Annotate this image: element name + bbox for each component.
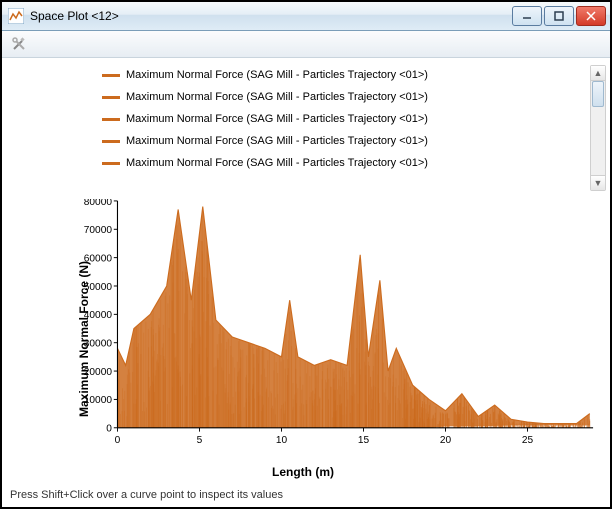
legend-label: Maximum Normal Force (SAG Mill - Particl…: [126, 113, 428, 125]
scroll-up-button[interactable]: ▲: [591, 66, 605, 81]
svg-text:25: 25: [522, 435, 534, 446]
legend-item[interactable]: Maximum Normal Force (SAG Mill - Particl…: [102, 135, 588, 147]
legend-swatch: [102, 140, 120, 143]
svg-text:0: 0: [106, 423, 112, 434]
chart-area: Maximum Normal Force (N) Length (m) 0100…: [2, 199, 604, 479]
window-title: Space Plot <12>: [30, 9, 512, 23]
svg-text:60000: 60000: [84, 253, 112, 264]
legend-item[interactable]: Maximum Normal Force (SAG Mill - Particl…: [102, 91, 588, 103]
scroll-down-button[interactable]: ▼: [591, 175, 605, 190]
legend-item[interactable]: Maximum Normal Force (SAG Mill - Particl…: [102, 157, 588, 169]
app-window: Space Plot <12>: [2, 2, 610, 507]
wrench-icon: [11, 36, 27, 52]
legend-swatch: [102, 96, 120, 99]
svg-text:10: 10: [276, 435, 288, 446]
svg-text:15: 15: [358, 435, 370, 446]
legend-scrollbar[interactable]: ▲ ▼: [590, 65, 606, 191]
legend-item[interactable]: Maximum Normal Force (SAG Mill - Particl…: [102, 113, 588, 125]
x-axis-label: Length (m): [272, 465, 334, 479]
legend-label: Maximum Normal Force (SAG Mill - Particl…: [126, 135, 428, 147]
legend-label: Maximum Normal Force (SAG Mill - Particl…: [126, 91, 428, 103]
svg-text:10000: 10000: [84, 395, 112, 406]
titlebar[interactable]: Space Plot <12>: [2, 2, 610, 31]
legend-label: Maximum Normal Force (SAG Mill - Particl…: [126, 157, 428, 169]
legend-swatch: [102, 162, 120, 165]
status-hint: Press Shift+Click over a curve point to …: [10, 489, 283, 501]
svg-text:0: 0: [115, 435, 121, 446]
plot-canvas[interactable]: 0 10000 20000 30000 40000 50000 60000 70000 8000…: [76, 199, 594, 447]
legend-label: Maximum Normal Force (SAG Mill - Particl…: [126, 69, 428, 81]
svg-text:30000: 30000: [84, 338, 112, 349]
legend-swatch: [102, 74, 120, 77]
close-button[interactable]: [576, 6, 606, 26]
tools-button[interactable]: [8, 33, 30, 55]
svg-text:70000: 70000: [84, 225, 112, 236]
content-area: Maximum Normal Force (SAG Mill - Particl…: [2, 58, 610, 507]
svg-text:5: 5: [197, 435, 203, 446]
outer-frame: Space Plot <12>: [0, 0, 612, 509]
legend-swatch: [102, 118, 120, 121]
legend-item[interactable]: Maximum Normal Force (SAG Mill - Particl…: [102, 69, 588, 81]
svg-text:20: 20: [440, 435, 452, 446]
toolbar: [2, 31, 610, 58]
scroll-thumb[interactable]: [592, 81, 604, 107]
chart-icon: [8, 8, 24, 24]
minimize-button[interactable]: [512, 6, 542, 26]
svg-text:40000: 40000: [84, 310, 112, 321]
svg-text:50000: 50000: [84, 282, 112, 293]
legend-panel: Maximum Normal Force (SAG Mill - Particl…: [102, 65, 588, 191]
svg-text:80000: 80000: [84, 199, 112, 208]
maximize-button[interactable]: [544, 6, 574, 26]
svg-text:20000: 20000: [84, 367, 112, 378]
